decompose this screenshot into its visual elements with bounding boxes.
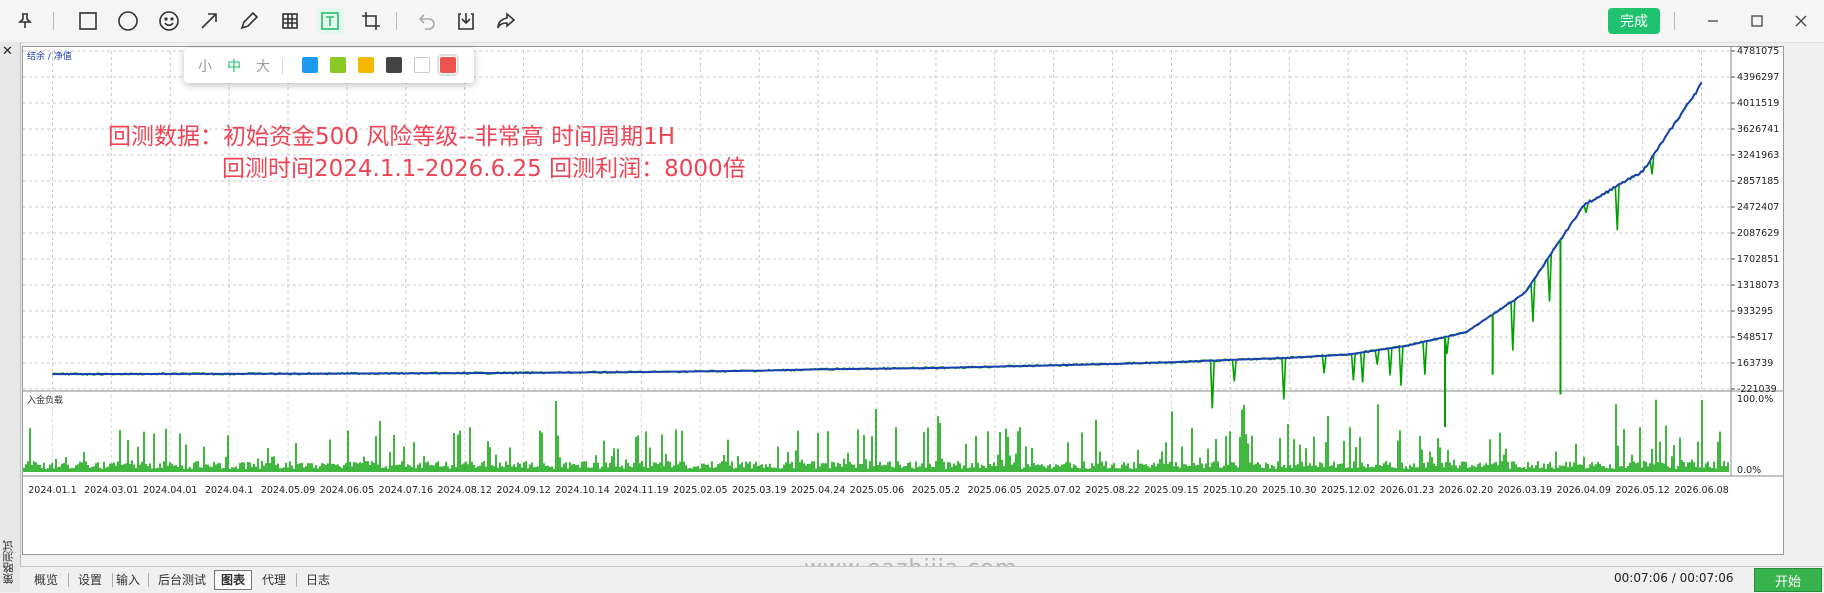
x-tick-label: 2025.09.15	[1144, 485, 1198, 496]
x-tick-label: 2024.07.16	[379, 485, 433, 496]
side-label: 策略测试	[2, 540, 15, 584]
popup-divider	[282, 58, 283, 74]
x-tick-label: 2025.07.02	[1026, 485, 1080, 496]
x-tick-label: 2025.06.05	[968, 485, 1022, 496]
y-tick-label: 548517	[1737, 332, 1773, 343]
x-tick-label: 2025.05.2	[912, 485, 960, 496]
tab-settings[interactable]: 设置	[72, 571, 108, 589]
tab-divider	[296, 573, 297, 587]
tab-inputs[interactable]: 输入	[110, 571, 146, 589]
x-tick-label: 2024.09.12	[496, 485, 550, 496]
x-tick-label: 2025.02.05	[673, 485, 727, 496]
text-icon[interactable]	[316, 8, 344, 34]
x-tick-label: 2024.04.1	[205, 485, 253, 496]
sub-chart-legend: 入金负载	[27, 394, 63, 406]
rectangle-icon[interactable]	[74, 8, 102, 34]
circle-icon[interactable]	[114, 8, 142, 34]
screenshot-toolbar: 完成	[0, 0, 1824, 43]
sub-y-tick-label: 0.0%	[1737, 465, 1761, 476]
x-tick-label: 2024.11.19	[614, 485, 668, 496]
close-icon[interactable]	[1788, 10, 1814, 32]
x-tick-label: 2025.08.22	[1085, 485, 1139, 496]
color-swatch-yellow[interactable]	[358, 57, 374, 73]
annotation-line-2[interactable]: 回测时间2024.1.1-2026.6.25 回测利润：8000倍	[222, 149, 746, 183]
x-tick-label: 2024.04.01	[143, 485, 197, 496]
size-medium[interactable]: 中	[227, 56, 241, 76]
x-tick-label: 2025.05.06	[850, 485, 904, 496]
done-button[interactable]: 完成	[1608, 8, 1660, 34]
x-tick-label: 2024.05.09	[261, 485, 315, 496]
x-tick-label: 2026.05.12	[1615, 485, 1669, 496]
toolbar-divider	[53, 12, 54, 30]
x-tick-label: 2025.04.24	[791, 485, 845, 496]
chart-legend: 结余 / 净值	[27, 50, 72, 62]
color-swatch-blue[interactable]	[302, 57, 318, 73]
y-tick-label: 2857185	[1737, 176, 1779, 187]
size-large[interactable]: 大	[256, 56, 270, 76]
y-tick-label: 1702851	[1737, 254, 1779, 265]
sub-y-tick-label: 100.0%	[1737, 394, 1773, 405]
y-tick-label: 3626741	[1737, 124, 1779, 135]
x-tick-label: 2026.06.08	[1674, 485, 1728, 496]
x-tick-label: 2026.03.19	[1498, 485, 1552, 496]
save-icon[interactable]	[452, 8, 480, 34]
x-tick-label: 2024.08.12	[438, 485, 492, 496]
emoji-icon[interactable]	[155, 8, 183, 34]
size-small[interactable]: 小	[198, 56, 212, 76]
start-button[interactable]: 开始	[1754, 568, 1822, 592]
y-tick-label: 1318073	[1737, 280, 1779, 291]
elapsed-timer: 00:07:06 / 00:07:06	[1614, 571, 1734, 585]
close-panel-icon[interactable]: ✕	[2, 44, 13, 59]
y-tick-label: 933295	[1737, 306, 1773, 317]
annotation-line-1[interactable]: 回测数据：初始资金500 风险等级--非常高 时间周期1H	[108, 117, 675, 151]
x-tick-label: 2026.01.23	[1380, 485, 1434, 496]
tab-chart[interactable]: 图表	[214, 570, 253, 590]
color-swatch-green[interactable]	[330, 57, 346, 73]
y-tick-label: 163739	[1737, 358, 1773, 369]
x-tick-label: 2025.12.02	[1321, 485, 1375, 496]
y-tick-label: 4396297	[1737, 72, 1779, 83]
side-panel	[0, 42, 21, 592]
y-tick-label: 4011519	[1737, 98, 1779, 109]
toolbar-divider	[396, 12, 397, 30]
x-tick-label: 2025.03.19	[732, 485, 786, 496]
tab-backtest[interactable]: 后台测试	[152, 571, 212, 589]
y-tick-label: 4781075	[1737, 47, 1779, 57]
toolbar-divider	[1674, 12, 1675, 30]
color-swatch-red[interactable]	[437, 54, 459, 76]
x-tick-label: 2025.10.30	[1262, 485, 1316, 496]
tab-journal[interactable]: 日志	[300, 571, 336, 589]
pin-icon[interactable]	[11, 8, 39, 34]
color-swatch-dark[interactable]	[386, 57, 402, 73]
y-tick-label: 3241963	[1737, 150, 1779, 161]
maximize-icon[interactable]	[1744, 10, 1770, 32]
x-tick-label: 2024.03.01	[84, 485, 138, 496]
x-tick-label: 2024.06.05	[320, 485, 374, 496]
color-swatch-white[interactable]	[414, 57, 430, 73]
tab-agents[interactable]: 代理	[256, 571, 292, 589]
y-tick-label: 2472407	[1737, 202, 1779, 213]
text-style-popup: 小 中 大	[184, 48, 474, 83]
x-tick-label: 2025.10.20	[1203, 485, 1257, 496]
share-icon[interactable]	[492, 8, 520, 34]
mosaic-icon[interactable]	[276, 8, 304, 34]
x-tick-label: 2026.04.09	[1557, 485, 1611, 496]
tab-divider	[68, 573, 69, 587]
bottom-tab-bar: 概览 设置 输入 后台测试 图表 代理 日志	[20, 566, 1824, 593]
pen-icon[interactable]	[235, 8, 263, 34]
y-tick-label: 2087629	[1737, 228, 1779, 239]
tab-divider	[148, 573, 149, 587]
tab-overview[interactable]: 概览	[28, 571, 64, 589]
x-tick-label: 2024.10.14	[555, 485, 609, 496]
undo-icon[interactable]	[413, 8, 441, 34]
minimize-icon[interactable]	[1700, 10, 1726, 32]
app-window: 完成 ✕ 策略测试 4781075 4396297 4011519 3626741 32…	[0, 0, 1824, 593]
x-tick-label: 2026.02.20	[1439, 485, 1493, 496]
arrow-icon[interactable]	[195, 8, 223, 34]
crop-icon[interactable]	[357, 8, 385, 34]
x-tick-label: 2024.01.1	[28, 485, 76, 496]
